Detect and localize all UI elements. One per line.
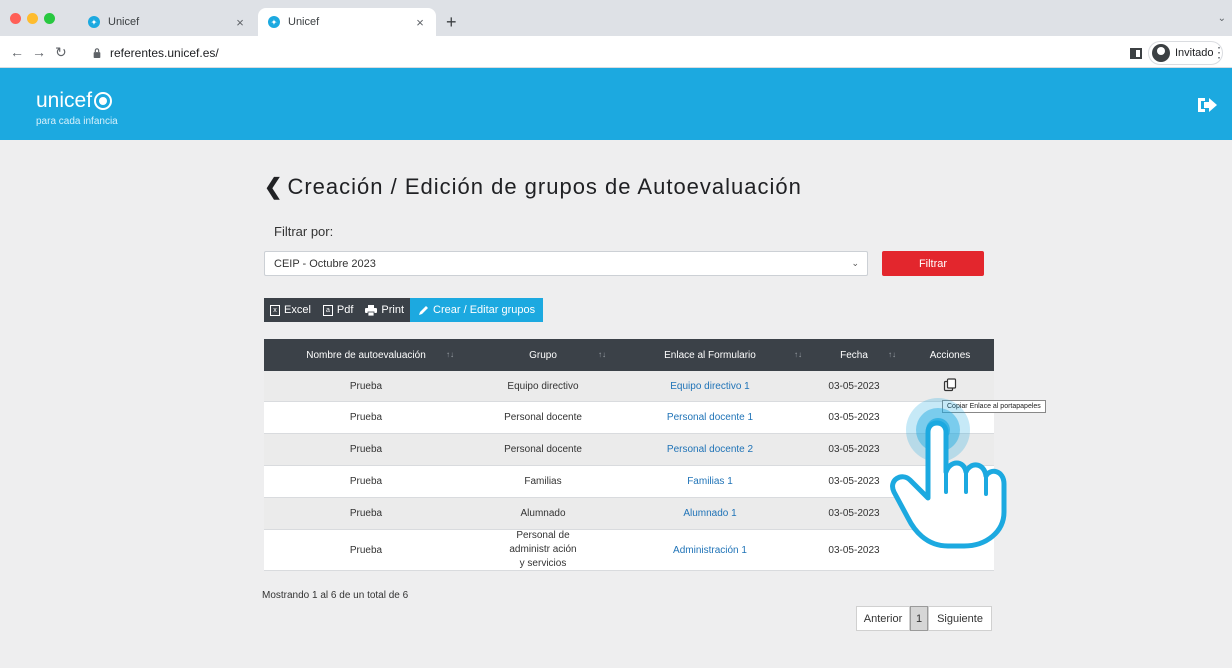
table-info: Mostrando 1 al 6 de un total de 6 (262, 590, 409, 601)
create-edit-groups-label: Crear / Editar grupos (433, 304, 536, 316)
pagination-next[interactable]: Siguiente (928, 606, 992, 631)
forward-arrow-icon[interactable]: → (32, 44, 46, 60)
filter-select-value: CEIP - Octubre 2023 (274, 257, 376, 270)
brand-text: unicef (36, 89, 93, 112)
app-header: unicef para cada infancia (0, 68, 1232, 140)
avatar-icon (1152, 44, 1170, 62)
sort-icon: ↑↓ (794, 349, 802, 359)
form-link[interactable]: Personal docente 1 (618, 412, 802, 423)
pagination-page-1[interactable]: 1 (910, 606, 928, 631)
form-link[interactable]: Administración 1 (618, 545, 802, 556)
cell-nombre: Prueba (349, 544, 383, 556)
column-header-nombre[interactable]: Nombre de autoevaluación ↑↓ (264, 350, 468, 361)
cell-nombre: Prueba (349, 412, 383, 423)
chevron-down-icon: ⌄ (851, 258, 859, 268)
unicef-favicon-icon: ✦ (88, 16, 100, 28)
column-header-label: Acciones (929, 349, 971, 361)
pdf-icon: a (322, 304, 333, 316)
brand-tagline: para cada infancia (36, 116, 118, 127)
excel-button[interactable]: x Excel (264, 298, 317, 322)
page-title: ❮ Creación / Edición de grupos de Autoev… (264, 174, 802, 200)
pagination-previous[interactable]: Anterior (856, 606, 910, 631)
tab-search-chevron-icon[interactable]: ⌄ (1218, 13, 1226, 24)
profile-area: Invitado (1130, 41, 1223, 65)
window-close-dot[interactable] (10, 13, 21, 24)
tab-close-icon[interactable]: × (230, 15, 250, 30)
new-tab-icon[interactable]: + (446, 12, 457, 33)
cell-nombre: Prueba (349, 476, 383, 487)
pdf-label: Pdf (336, 304, 354, 316)
pencil-icon (419, 305, 429, 315)
filter-select[interactable]: CEIP - Octubre 2023 ⌄ (264, 251, 868, 276)
form-link[interactable]: Alumnado 1 (618, 508, 802, 519)
table-header: Nombre de autoevaluación ↑↓ Grupo ↑↓ Enl… (264, 339, 994, 371)
excel-label: Excel (284, 304, 311, 316)
address-bar[interactable]: referentes.unicef.es/ (92, 42, 1122, 64)
tab-close-icon[interactable]: × (410, 15, 430, 30)
browser-tab-strip: ✦ Unicef × ✦ Unicef × + ⌄ (0, 0, 1232, 36)
column-header-fecha[interactable]: Fecha ↑↓ (802, 350, 906, 361)
cell-grupo: Personal docente (504, 412, 582, 423)
column-header-grupo[interactable]: Grupo ↑↓ (468, 350, 618, 361)
cell-grupo: Familias (524, 476, 562, 487)
cell-grupo: Personal de administr ación y servicios (509, 530, 577, 569)
filter-label: Filtrar por: (274, 224, 334, 239)
profile-label: Invitado (1175, 47, 1214, 59)
pdf-button[interactable]: a Pdf (316, 298, 360, 322)
url-text: referentes.unicef.es/ (110, 46, 219, 60)
back-chevron-icon[interactable]: ❮ (264, 174, 283, 200)
browser-toolbar: ← → ↻ referentes.unicef.es/ Invitado ⋮ (0, 36, 1232, 68)
page-title-text: Creación / Edición de grupos de Autoeval… (287, 174, 802, 199)
tab-title: Unicef (288, 16, 320, 28)
sort-icon: ↑↓ (446, 349, 454, 359)
column-header-acciones: Acciones (906, 350, 994, 361)
browser-tab-2[interactable]: ✦ Unicef × (258, 8, 436, 36)
column-header-label: Fecha (840, 349, 868, 361)
pagination: Anterior 1 Siguiente (856, 606, 992, 631)
sort-icon: ↑↓ (598, 349, 606, 359)
export-toolbar: x Excel a Pdf Print Crear / Editar grupo… (264, 298, 544, 322)
cell-grupo: Personal docente (504, 444, 582, 455)
browser-tab-1[interactable]: ✦ Unicef × (78, 8, 256, 36)
cell-grupo: Alumnado (520, 508, 566, 519)
browser-menu-icon[interactable]: ⋮ (1212, 44, 1226, 61)
side-panel-icon[interactable] (1130, 47, 1142, 59)
sort-icon: ↑↓ (888, 349, 896, 359)
column-header-label: Enlace al Formulario (664, 349, 756, 361)
reload-icon[interactable]: ↻ (55, 44, 67, 61)
window-minimize-dot[interactable] (27, 13, 38, 24)
form-link[interactable]: Familias 1 (618, 476, 802, 487)
cell-nombre: Prueba (349, 380, 383, 392)
column-header-label: Grupo (529, 349, 557, 361)
cell-nombre: Prueba (349, 444, 383, 455)
filter-button[interactable]: Filtrar (882, 251, 984, 276)
print-icon (365, 304, 378, 316)
cell-nombre: Prueba (349, 508, 383, 519)
print-label: Print (381, 304, 405, 316)
window-zoom-dot[interactable] (44, 13, 55, 24)
logout-icon[interactable] (1196, 96, 1218, 114)
cell-grupo: Equipo directivo (507, 380, 579, 392)
unicef-logo[interactable]: unicef (36, 89, 113, 113)
column-header-label: Nombre de autoevaluación (306, 349, 426, 361)
tab-title: Unicef (108, 16, 140, 28)
form-link[interactable]: Equipo directivo 1 (618, 381, 802, 392)
pointer-hand-icon (890, 398, 1007, 549)
column-header-enlace[interactable]: Enlace al Formulario ↑↓ (618, 350, 802, 361)
unicef-globe-icon (94, 92, 113, 110)
print-button[interactable]: Print (359, 298, 411, 322)
back-arrow-icon[interactable]: ← (10, 44, 24, 60)
create-edit-groups-button[interactable]: Crear / Editar grupos (410, 298, 544, 322)
excel-icon: x (270, 304, 280, 316)
unicef-favicon-icon: ✦ (268, 16, 280, 28)
lock-icon (93, 48, 101, 58)
form-link[interactable]: Personal docente 2 (618, 444, 802, 455)
